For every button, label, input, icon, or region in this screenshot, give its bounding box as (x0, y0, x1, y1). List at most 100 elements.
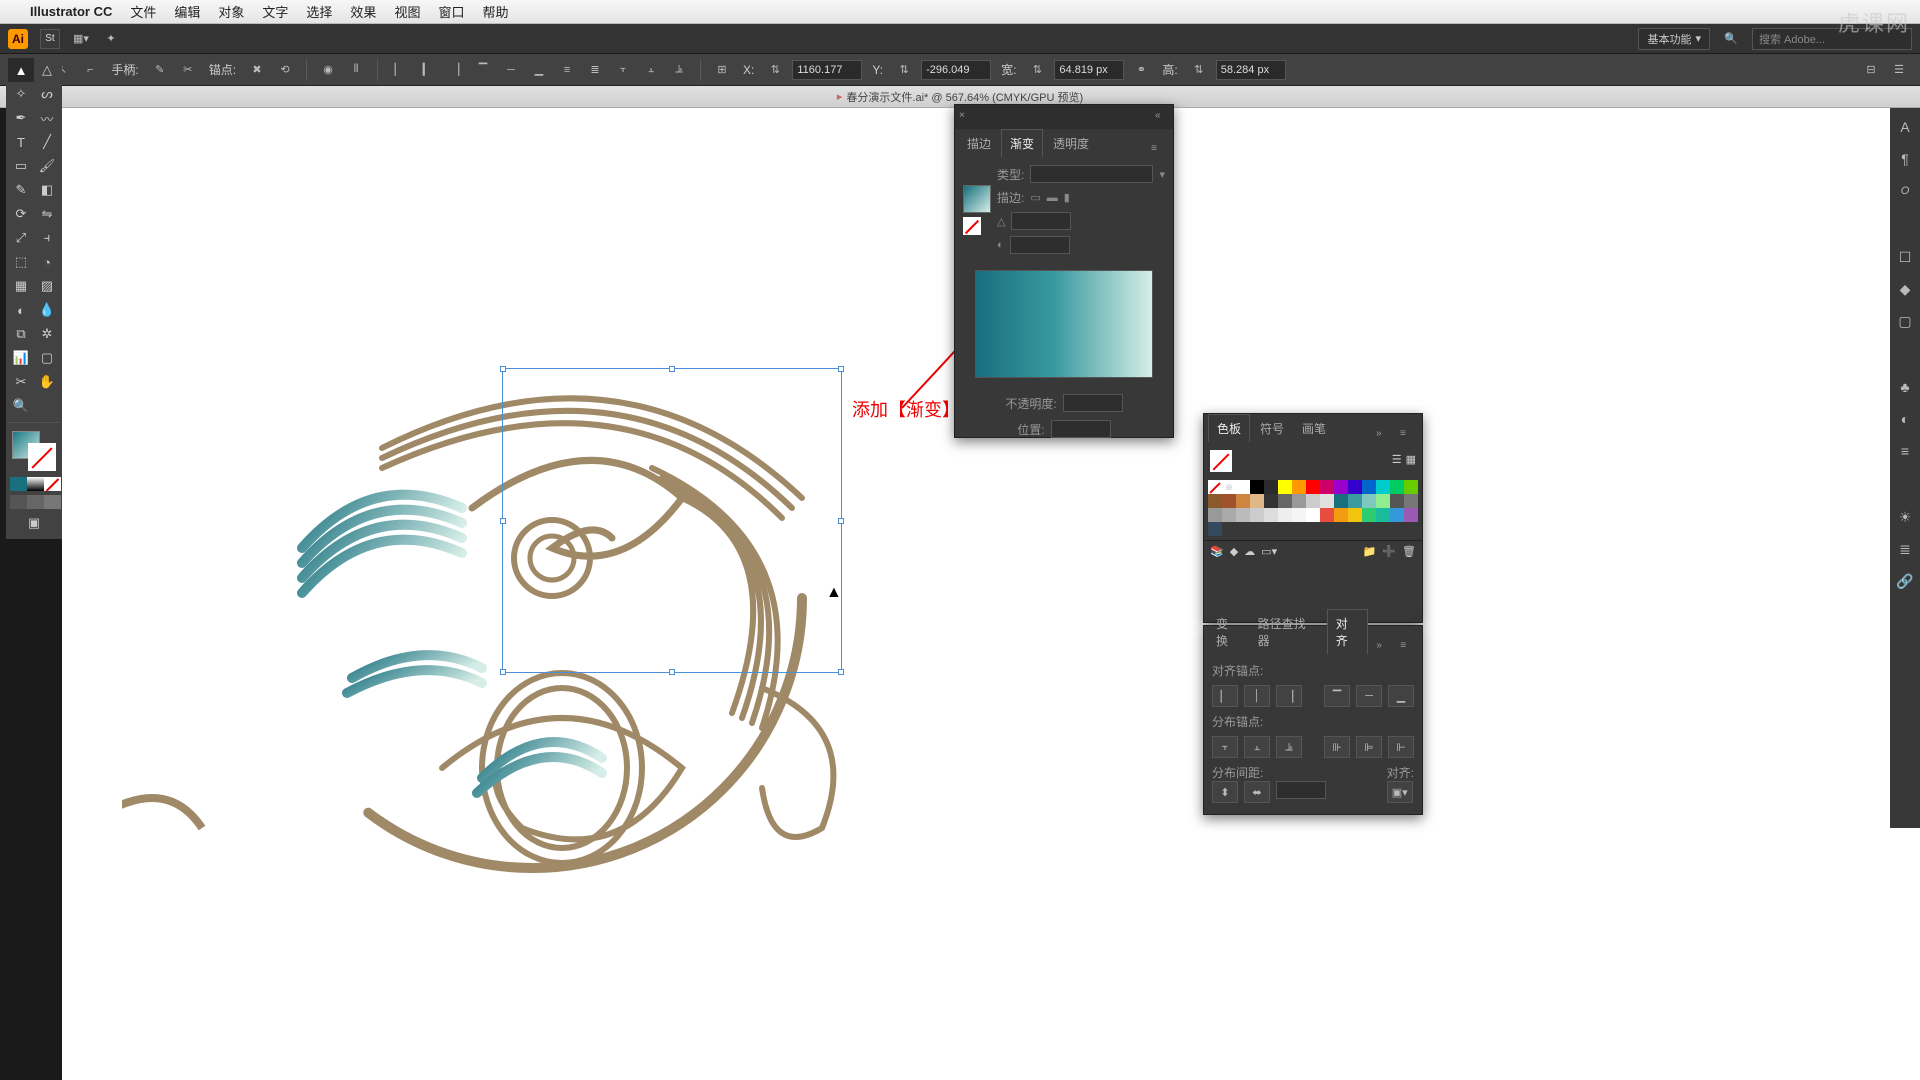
curvature-tool[interactable]: 〰 (34, 106, 60, 130)
artboard-tool[interactable]: ▢ (34, 346, 60, 370)
dist-v-icon[interactable]: ≣ (584, 59, 606, 81)
align-left-icon[interactable]: ▏ (388, 59, 410, 81)
hand-tool[interactable]: ✋ (34, 370, 60, 394)
symbol-sprayer-tool[interactable]: ✲ (34, 322, 60, 346)
panel-collapse-icon[interactable]: « (1155, 110, 1169, 124)
swatch-color[interactable] (1348, 508, 1362, 522)
gradient-aspect-input[interactable] (1010, 236, 1070, 254)
corner-icon[interactable]: ⌐ (79, 59, 101, 81)
paintbrush-tool[interactable]: 🖌 (34, 154, 60, 178)
gradient-fill-swatch[interactable] (963, 185, 991, 213)
column-graph-tool[interactable]: 📊 (8, 346, 34, 370)
align-to-button[interactable]: ▣▾ (1387, 781, 1413, 803)
isolate-icon[interactable]: ◉ (317, 59, 339, 81)
dist-left-icon[interactable]: ⫟ (612, 59, 634, 81)
asset-export-icon[interactable]: ◆ (1896, 280, 1914, 298)
line-tool[interactable]: ╱ (34, 130, 60, 154)
panel-menu-icon[interactable]: ≡ (1400, 428, 1414, 442)
menu-view[interactable]: 视图 (394, 2, 420, 21)
selection-bounding-box[interactable] (502, 368, 842, 673)
selection-tool[interactable]: ▲ (8, 58, 34, 82)
tab-brushes[interactable]: 画笔 (1294, 415, 1334, 442)
swatch-color[interactable] (1320, 480, 1334, 494)
swatch-color[interactable] (1250, 480, 1264, 494)
links-icon[interactable]: 🔗 (1896, 572, 1914, 590)
resize-handle-bm[interactable] (669, 669, 675, 675)
swatch-color[interactable] (1292, 508, 1306, 522)
appearance-icon[interactable]: ☀ (1896, 508, 1914, 526)
resize-handle-ml[interactable] (500, 518, 506, 524)
gradient-position-input[interactable] (1051, 420, 1111, 438)
swatch-kind-icon[interactable]: ◆ (1230, 545, 1238, 558)
x-input[interactable] (792, 60, 862, 80)
panel-expand-icon[interactable]: » (1376, 640, 1390, 654)
swatch-registration[interactable]: ⊕ (1222, 480, 1236, 494)
workspace-switcher[interactable]: 基本功能 ▾ (1638, 28, 1710, 50)
swatch-color[interactable] (1376, 480, 1390, 494)
draw-behind[interactable] (27, 495, 44, 509)
swatch-color[interactable] (1306, 480, 1320, 494)
swatch-color[interactable] (1404, 480, 1418, 494)
swatch-color[interactable] (1306, 508, 1320, 522)
tab-transparency[interactable]: 透明度 (1045, 130, 1097, 157)
swatch-color[interactable] (1236, 508, 1250, 522)
resize-handle-bl[interactable] (500, 669, 506, 675)
align-right-button[interactable]: ▕ (1276, 685, 1302, 707)
swatch-color[interactable] (1264, 508, 1278, 522)
panel-toggle-icon[interactable]: ⊟ (1860, 59, 1882, 81)
shaper-tool[interactable]: ✎ (8, 178, 34, 202)
swatch-color[interactable] (1362, 480, 1376, 494)
glyph-panel-icon[interactable]: O (1896, 182, 1914, 200)
w-input[interactable] (1054, 60, 1124, 80)
menu-effect[interactable]: 效果 (350, 2, 376, 21)
dist-right-icon[interactable]: ⫡ (668, 59, 690, 81)
screen-mode-tool[interactable]: ▣ (8, 511, 60, 535)
slice-tool[interactable]: ✂ (8, 370, 34, 394)
new-swatch-icon[interactable]: ➕ (1382, 545, 1396, 558)
swatch-none[interactable] (1208, 480, 1222, 494)
swatch-fill-indicator[interactable] (1210, 450, 1232, 472)
swatch-color[interactable] (1334, 480, 1348, 494)
swatch-color[interactable] (1390, 494, 1404, 508)
swatch-color[interactable] (1376, 508, 1390, 522)
align-top-icon[interactable]: ▔ (472, 59, 494, 81)
gradient-opacity-input[interactable] (1063, 394, 1123, 412)
swatch-color[interactable] (1250, 494, 1264, 508)
y-step-icon[interactable]: ⇅ (893, 59, 915, 81)
link-xy-icon[interactable]: ⇅ (764, 59, 786, 81)
tab-swatches[interactable]: 色板 (1208, 414, 1250, 442)
pathfinder-icon[interactable]: ◐ (1896, 410, 1914, 428)
direct-selection-tool[interactable]: △ (34, 58, 60, 82)
swatch-options-icon[interactable]: ☁ (1244, 545, 1255, 558)
shape-builder-tool[interactable]: ◔ (34, 250, 60, 274)
rectangle-tool[interactable]: ▭ (8, 154, 34, 178)
swatch-color[interactable] (1348, 480, 1362, 494)
align-vcenter-icon[interactable]: ─ (500, 59, 522, 81)
app-name[interactable]: Illustrator CC (30, 4, 112, 19)
swatch-libraries-icon[interactable]: 📚 (1210, 545, 1224, 558)
swatch-color[interactable] (1306, 494, 1320, 508)
dist-center-icon[interactable]: ⫠ (640, 59, 662, 81)
stroke-panel-icon[interactable]: ≡ (1896, 442, 1914, 460)
dist-hspace-button[interactable]: ⬌ (1244, 781, 1270, 803)
swatch-color[interactable] (1292, 494, 1306, 508)
color-panel-icon[interactable]: ♣ (1896, 378, 1914, 396)
swatch-color[interactable] (1250, 508, 1264, 522)
magic-wand-tool[interactable]: ✧ (8, 82, 34, 106)
stroke-across-icon[interactable]: ▮ (1064, 191, 1070, 204)
color-mode-solid[interactable] (10, 477, 27, 491)
tab-stroke[interactable]: 描边 (959, 130, 999, 157)
delete-swatch-icon[interactable]: 🗑 (1402, 545, 1416, 558)
menu-file[interactable]: 文件 (130, 2, 156, 21)
tab-align[interactable]: 对齐 (1327, 609, 1369, 654)
swatch-color[interactable] (1334, 508, 1348, 522)
menu-select[interactable]: 选择 (306, 2, 332, 21)
reflect-tool[interactable]: ⇋ (34, 202, 60, 226)
resize-handle-tm[interactable] (669, 366, 675, 372)
align-right-icon[interactable]: ▕ (444, 59, 466, 81)
stroke-in-icon[interactable]: ▭ (1030, 191, 1040, 204)
tab-pathfinder[interactable]: 路径查找器 (1250, 610, 1325, 654)
mesh-tool[interactable]: ▨ (34, 274, 60, 298)
scale-tool[interactable]: ⤢ (8, 226, 34, 250)
align-vcenter-button[interactable]: ─ (1356, 685, 1382, 707)
